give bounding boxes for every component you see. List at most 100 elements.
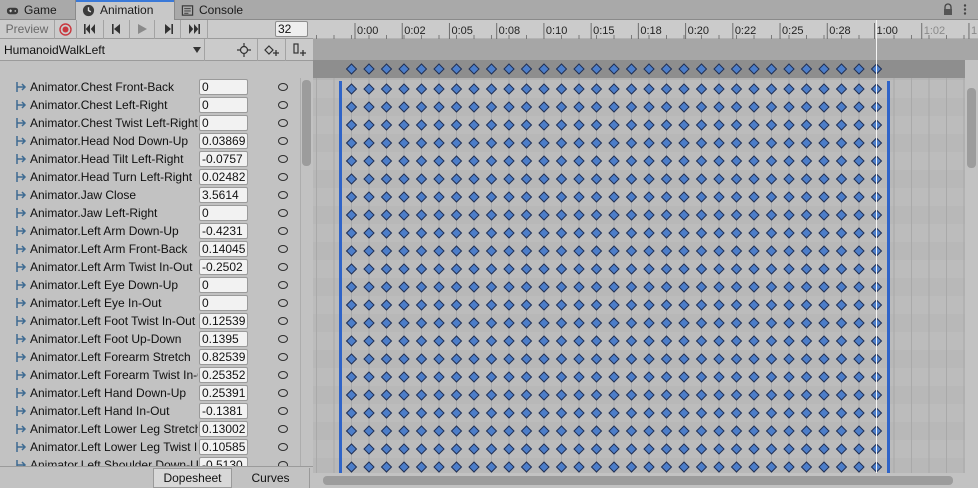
- first-keyframe-button[interactable]: [77, 19, 104, 39]
- property-value-field[interactable]: 3.5614: [199, 187, 248, 203]
- property-row[interactable]: Animator.Left Hand In-Out -0.1381: [0, 402, 300, 420]
- property-value-field[interactable]: -0.1381: [199, 403, 248, 419]
- property-row[interactable]: Animator.Chest Front-Back 0: [0, 78, 300, 96]
- remove-property-icon[interactable]: [278, 425, 288, 433]
- play-icon: [137, 24, 147, 34]
- add-keyframe-button[interactable]: [258, 39, 286, 61]
- property-list: Animator.Chest Front-Back 0 Animator.Chest…: [0, 78, 300, 466]
- remove-property-icon[interactable]: [278, 389, 288, 397]
- tab-animation[interactable]: Animation: [75, 0, 175, 20]
- property-row[interactable]: Animator.Head Tilt Left-Right -0.0757: [0, 150, 300, 168]
- property-value-field[interactable]: -0.0757: [199, 151, 248, 167]
- remove-property-icon[interactable]: [278, 371, 288, 379]
- property-value-field[interactable]: 0: [199, 115, 248, 131]
- property-list-scroll-thumb[interactable]: [302, 80, 311, 166]
- next-keyframe-button[interactable]: [155, 19, 181, 39]
- remove-property-icon[interactable]: [278, 353, 288, 361]
- remove-property-icon[interactable]: [278, 263, 288, 271]
- summary-row: [313, 60, 965, 78]
- frame-input[interactable]: 32: [275, 21, 308, 37]
- remove-property-icon[interactable]: [278, 209, 288, 217]
- property-value-field[interactable]: 0.13002: [199, 421, 248, 437]
- property-value-field[interactable]: -0.4231: [199, 223, 248, 239]
- property-value-field[interactable]: 0.25391: [199, 385, 248, 401]
- timeline-scroll-thumb[interactable]: [967, 88, 976, 168]
- selection-start-bar[interactable]: [339, 81, 342, 473]
- remove-property-icon[interactable]: [278, 245, 288, 253]
- property-row[interactable]: Animator.Left Eye Down-Up 0: [0, 276, 300, 294]
- remove-property-icon[interactable]: [278, 407, 288, 415]
- property-value-field[interactable]: -0.2502: [199, 259, 248, 275]
- property-value-field[interactable]: 0.02482: [199, 169, 248, 185]
- add-event-button[interactable]: [286, 39, 314, 61]
- kebab-menu-icon[interactable]: [962, 3, 968, 16]
- property-value-field[interactable]: 0: [199, 79, 248, 95]
- timeline-hscroll-thumb[interactable]: [323, 476, 953, 485]
- lock-icon[interactable]: [942, 3, 954, 16]
- property-value-field[interactable]: 0.82539: [199, 349, 248, 365]
- property-value-field[interactable]: 0.14045: [199, 241, 248, 257]
- property-value-field[interactable]: 0: [199, 295, 248, 311]
- property-value-field[interactable]: 0.03869: [199, 133, 248, 149]
- property-row[interactable]: Animator.Left Lower Leg Twist In-Out0.10…: [0, 438, 300, 456]
- property-row[interactable]: Animator.Left Foot Up-Down 0.1395: [0, 330, 300, 348]
- animator-curve-icon: [16, 226, 27, 236]
- remove-property-icon[interactable]: [278, 317, 288, 325]
- remove-property-icon[interactable]: [278, 281, 288, 289]
- previous-keyframe-button[interactable]: [104, 19, 130, 39]
- property-value-field[interactable]: 0: [199, 277, 248, 293]
- curves-tab[interactable]: Curves: [232, 468, 310, 488]
- remove-property-icon[interactable]: [278, 101, 288, 109]
- filter-by-selection-button[interactable]: [230, 39, 258, 61]
- remove-property-icon[interactable]: [278, 443, 288, 451]
- property-row[interactable]: Animator.Left Forearm Stretch 0.82539: [0, 348, 300, 366]
- remove-property-icon[interactable]: [278, 227, 288, 235]
- animator-curve-icon: [16, 280, 27, 290]
- animator-curve-icon: [16, 460, 27, 466]
- property-value-field[interactable]: 0.12539: [199, 313, 248, 329]
- event-strip[interactable]: [313, 39, 978, 61]
- property-row[interactable]: Animator.Left Arm Front-Back 0.14045: [0, 240, 300, 258]
- remove-property-icon[interactable]: [278, 137, 288, 145]
- property-value-field[interactable]: 0.10585: [199, 439, 248, 455]
- property-row[interactable]: Animator.Jaw Close 3.5614: [0, 186, 300, 204]
- property-row[interactable]: Animator.Left Arm Down-Up -0.4231: [0, 222, 300, 240]
- property-row[interactable]: Animator.Left Shoulder Down-Up -0.5130: [0, 456, 300, 466]
- property-row[interactable]: Animator.Left Arm Twist In-Out -0.2502: [0, 258, 300, 276]
- property-row[interactable]: Animator.Chest Twist Left-Right 0: [0, 114, 300, 132]
- ruler-label: 0:28: [829, 25, 850, 37]
- last-keyframe-button[interactable]: [181, 19, 208, 39]
- remove-property-icon[interactable]: [278, 155, 288, 163]
- property-value-field[interactable]: 0.25352: [199, 367, 248, 383]
- property-row[interactable]: Animator.Left Forearm Twist In-Out 0.2535…: [0, 366, 300, 384]
- keyframe-track-row: [313, 332, 965, 350]
- animator-curve-icon: [16, 118, 27, 128]
- dopesheet-timeline[interactable]: 0:00 0:02 0:05 0:08 0:10 0:15 0:18 0:20 0:22 0:25…: [313, 20, 978, 488]
- property-row[interactable]: Animator.Head Nod Down-Up 0.03869: [0, 132, 300, 150]
- remove-property-icon[interactable]: [278, 83, 288, 91]
- property-row[interactable]: Animator.Left Hand Down-Up 0.25391: [0, 384, 300, 402]
- selection-end-bar[interactable]: [887, 81, 890, 473]
- property-row[interactable]: Animator.Head Turn Left-Right 0.02482: [0, 168, 300, 186]
- tab-console[interactable]: Console: [175, 0, 255, 20]
- property-row[interactable]: Animator.Left Lower Leg Stretch 0.13002: [0, 420, 300, 438]
- tab-game[interactable]: Game: [0, 0, 75, 20]
- preview-button[interactable]: Preview: [0, 19, 55, 39]
- property-row[interactable]: Animator.Jaw Left-Right 0: [0, 204, 300, 222]
- property-value-field[interactable]: -0.5130: [199, 457, 248, 466]
- property-row[interactable]: Animator.Chest Left-Right 0: [0, 96, 300, 114]
- remove-property-icon[interactable]: [278, 119, 288, 127]
- dopesheet-tab[interactable]: Dopesheet: [153, 468, 232, 488]
- property-value-field[interactable]: 0: [199, 97, 248, 113]
- property-value-field[interactable]: 0.1395: [199, 331, 248, 347]
- property-row[interactable]: Animator.Left Eye In-Out 0: [0, 294, 300, 312]
- clip-dropdown[interactable]: HumanoidWalkLeft: [0, 39, 205, 61]
- remove-property-icon[interactable]: [278, 191, 288, 199]
- property-value-field[interactable]: 0: [199, 205, 248, 221]
- remove-property-icon[interactable]: [278, 335, 288, 343]
- property-row[interactable]: Animator.Left Foot Twist In-Out 0.12539: [0, 312, 300, 330]
- remove-property-icon[interactable]: [278, 299, 288, 307]
- record-button[interactable]: [55, 19, 77, 39]
- remove-property-icon[interactable]: [278, 173, 288, 181]
- play-button[interactable]: [130, 19, 155, 39]
